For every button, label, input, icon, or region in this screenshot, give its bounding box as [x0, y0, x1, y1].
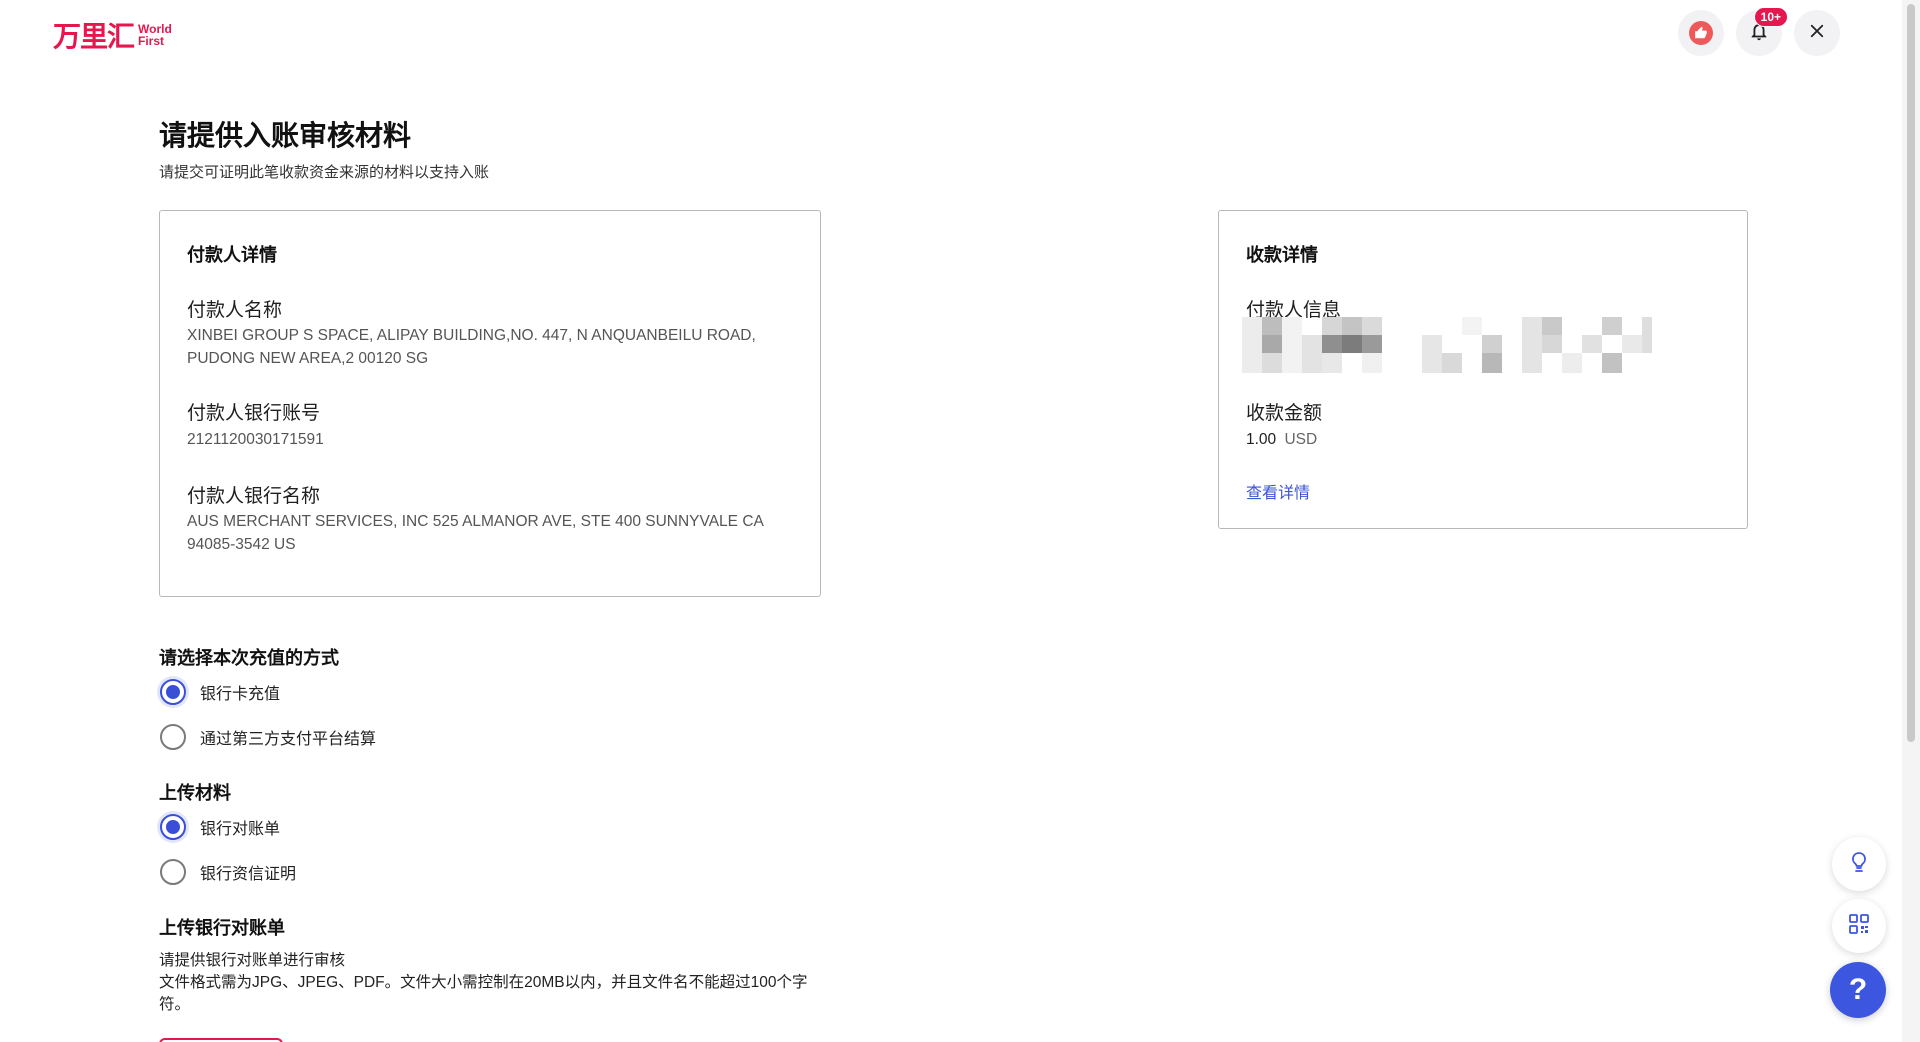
scrollbar-thumb[interactable]	[1907, 4, 1915, 742]
top-actions: 10+	[1678, 7, 1840, 56]
radio-button[interactable]	[160, 724, 186, 750]
notifications-button[interactable]: 10+	[1736, 7, 1788, 56]
page-title: 请提供入账审核材料	[159, 120, 412, 151]
radio-bank-card[interactable]: 银行卡充值	[160, 679, 280, 705]
payer-name-label: 付款人名称	[187, 300, 283, 321]
upload-description: 请提供银行对账单进行审核 文件格式需为JPG、JPEG、PDF。文件大小需控制在…	[159, 950, 819, 1016]
thumbs-up-icon	[1689, 21, 1713, 45]
payer-account-value: 2121120030171591	[187, 431, 324, 448]
brand-name-cn: 万里汇	[53, 20, 135, 53]
feedback-button[interactable]	[1678, 10, 1724, 56]
brand-name-en: World First	[138, 23, 172, 47]
payment-method-label: 请选择本次充值的方式	[159, 648, 339, 668]
help-button[interactable]: ?	[1830, 962, 1886, 1018]
radio-third-party[interactable]: 通过第三方支付平台结算	[160, 724, 376, 750]
qr-code-button[interactable]	[1832, 899, 1886, 953]
redacted-payer-info	[1242, 317, 1652, 373]
radio-button[interactable]	[160, 679, 186, 705]
qr-code-icon	[1847, 912, 1871, 941]
lightbulb-icon	[1847, 850, 1871, 879]
amount-number: 1.00	[1246, 431, 1277, 448]
page-subtitle: 请提交可证明此笔收款资金来源的材料以支持入账	[159, 164, 490, 181]
notification-count-badge: 10+	[1753, 7, 1788, 27]
close-icon	[1808, 22, 1826, 45]
radio-bank-credit-certificate[interactable]: 银行资信证明	[160, 859, 296, 885]
payer-name-value: XINBEI GROUP S SPACE, ALIPAY BUILDING,NO…	[187, 324, 756, 370]
payer-details-card: 付款人详情 付款人名称 XINBEI GROUP S SPACE, ALIPAY…	[159, 210, 821, 597]
close-button[interactable]	[1794, 10, 1840, 56]
radio-label: 通过第三方支付平台结算	[200, 731, 377, 748]
radio-button[interactable]	[160, 814, 186, 840]
payer-bank-line2: 94085-3542 US	[187, 536, 296, 553]
tips-button[interactable]	[1832, 837, 1886, 891]
payer-account-label: 付款人银行账号	[187, 403, 321, 424]
radio-button[interactable]	[160, 859, 186, 885]
brand-logo[interactable]: 万里汇 World First	[53, 15, 172, 55]
page: 万里汇 World First 10+ 请提供入账审核材料 请提交可证明此笔收款…	[0, 0, 1920, 1042]
upload-desc-line3: 符。	[159, 996, 191, 1013]
radio-label: 银行资信证明	[200, 866, 297, 883]
radio-label: 银行对账单	[200, 821, 281, 838]
upload-desc-line2: 文件格式需为JPG、JPEG、PDF。文件大小需控制在20MB以内，并且文件名不…	[159, 974, 808, 991]
upload-button[interactable]	[159, 1038, 283, 1042]
top-bar: 万里汇 World First 10+	[0, 0, 1900, 64]
scrollbar[interactable]	[1902, 0, 1920, 1042]
radio-bank-statement[interactable]: 银行对账单	[160, 814, 280, 840]
receipt-details-card: 收款详情 付款人信息 收款金额 1.00 USD 查看详情	[1218, 210, 1748, 529]
payer-bank-value: AUS MERCHANT SERVICES, INC 525 ALMANOR A…	[187, 510, 764, 556]
upload-statement-label: 上传银行对账单	[159, 918, 285, 938]
payer-name-line2: PUDONG NEW AREA,2 00120 SG	[187, 350, 429, 367]
upload-desc-line1: 请提供银行对账单进行审核	[159, 952, 346, 969]
upload-material-label: 上传材料	[159, 783, 231, 803]
view-details-link[interactable]: 查看详情	[1246, 479, 1310, 503]
amount-currency: USD	[1284, 431, 1318, 448]
receipt-card-title: 收款详情	[1246, 245, 1318, 265]
payer-bank-label: 付款人银行名称	[187, 486, 321, 507]
payer-name-line1: XINBEI GROUP S SPACE, ALIPAY BUILDING,NO…	[187, 327, 756, 344]
brand-name-en-line2: First	[138, 34, 165, 48]
amount-label: 收款金额	[1246, 403, 1323, 424]
payer-bank-line1: AUS MERCHANT SERVICES, INC 525 ALMANOR A…	[187, 513, 764, 530]
payer-card-title: 付款人详情	[187, 245, 277, 265]
radio-label: 银行卡充值	[200, 686, 281, 703]
help-icon: ?	[1848, 973, 1868, 1006]
amount-value: 1.00 USD	[1246, 428, 1317, 451]
